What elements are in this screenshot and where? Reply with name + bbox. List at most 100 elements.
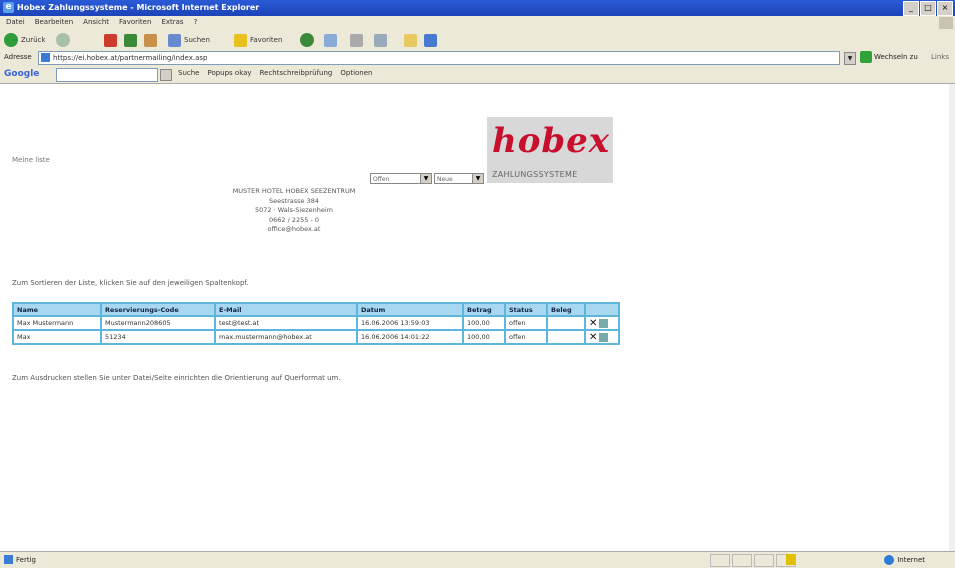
cell-receipt: [546, 315, 586, 331]
hotel-address: MUSTER HOTEL HOBEX SEEZENTRUM Seestrasse…: [220, 187, 368, 235]
mail-icon: [324, 33, 337, 47]
title-bar: e Hobex Zahlungssysteme - Microsoft Inte…: [0, 0, 955, 16]
page-title: Meine liste: [12, 156, 50, 164]
reservations-table: Name Reservierungs-Code E-Mail Datum Bet…: [12, 302, 620, 345]
cell-name: Max Mustermann: [12, 315, 102, 331]
window-title: Hobex Zahlungssysteme - Microsoft Intern…: [17, 3, 260, 12]
refresh-button[interactable]: [124, 32, 137, 48]
status-bar: Fertig Internet: [0, 551, 955, 568]
menu-tools[interactable]: Extras: [161, 18, 183, 26]
go-arrow-icon: [860, 51, 872, 63]
column-header-email[interactable]: E-Mail: [214, 302, 358, 317]
menu-help[interactable]: ?: [194, 18, 198, 26]
google-search-button[interactable]: Suche: [178, 69, 199, 77]
print-hint-text: Zum Ausdrucken stellen Sie unter Datei/S…: [12, 374, 341, 382]
search-icon: [168, 33, 181, 47]
mail-button[interactable]: [324, 32, 337, 48]
cell-code: Mustermann208605: [100, 315, 216, 331]
column-header-code[interactable]: Reservierungs-Code: [100, 302, 216, 317]
cell-actions: ✕: [584, 315, 620, 331]
status-filter-select[interactable]: Offen ▼: [370, 173, 432, 184]
security-zone: Internet: [884, 555, 925, 565]
edit-button[interactable]: [374, 32, 387, 48]
home-icon: [144, 33, 157, 47]
column-header-date[interactable]: Datum: [356, 302, 464, 317]
minimize-button[interactable]: _: [903, 1, 919, 16]
menu-edit[interactable]: Bearbeiten: [35, 18, 73, 26]
cell-amount: 100,00: [462, 329, 506, 345]
hotel-phone: 0662 / 2255 - 0: [268, 215, 320, 224]
vertical-scrollbar[interactable]: [949, 84, 955, 551]
cell-actions: ✕: [584, 329, 620, 345]
forward-arrow-icon: [56, 33, 70, 47]
edit-icon[interactable]: [599, 319, 609, 328]
status-text: Fertig: [4, 555, 36, 564]
address-dropdown-button[interactable]: ▼: [844, 52, 856, 65]
stop-button[interactable]: [104, 32, 117, 48]
maximize-button[interactable]: □: [920, 1, 936, 16]
forward-button[interactable]: [56, 32, 70, 48]
links-button[interactable]: Links: [931, 53, 949, 61]
stop-icon: [104, 33, 117, 47]
cell-status: offen: [504, 315, 548, 331]
hotel-street: Seestrasse 384: [269, 196, 319, 205]
media-icon: [300, 33, 314, 47]
status-cells: [710, 554, 796, 567]
sort-filter-select[interactable]: Neue ▼: [434, 173, 484, 184]
sort-hint-text: Zum Sortieren der Liste, klicken Sie auf…: [12, 279, 249, 287]
cell-email: test@test.at: [214, 315, 358, 331]
home-button[interactable]: [144, 32, 157, 48]
cell-name: Max: [12, 329, 102, 345]
cell-receipt: [546, 329, 586, 345]
google-search-input[interactable]: [56, 68, 158, 82]
page-content: hobex ZAHLUNGSSYSTEME Meine liste Offen …: [0, 84, 949, 551]
menu-favorites[interactable]: Favoriten: [119, 18, 151, 26]
lock-icon: [786, 554, 795, 565]
address-label: Adresse: [4, 53, 32, 61]
cell-date: 16.06.2006 13:59:03: [356, 315, 464, 331]
messenger-button[interactable]: [424, 32, 437, 48]
print-button[interactable]: [350, 32, 363, 48]
delete-icon[interactable]: ✕: [589, 318, 597, 329]
chevron-down-icon: ▼: [472, 174, 483, 183]
go-button[interactable]: Wechseln zu: [860, 51, 918, 63]
address-bar: Adresse https://ei.hobex.at/partnermaili…: [0, 50, 955, 67]
search-button[interactable]: Suchen: [168, 32, 210, 48]
print-icon: [350, 33, 363, 47]
back-button[interactable]: Zurück: [4, 32, 45, 48]
options-button[interactable]: Optionen: [340, 69, 372, 77]
close-button[interactable]: ×: [937, 1, 953, 16]
folder-button[interactable]: [404, 32, 417, 48]
delete-icon[interactable]: ✕: [589, 332, 597, 343]
address-input[interactable]: https://ei.hobex.at/partnermailing/index…: [38, 51, 840, 65]
edit-icon[interactable]: [599, 333, 609, 342]
google-logo[interactable]: Google: [4, 69, 39, 79]
google-dropdown-button[interactable]: [160, 69, 172, 81]
google-toolbar: Google Suche Popups okay Rechtschreibprü…: [0, 66, 955, 84]
page-done-icon: [4, 555, 13, 564]
window-controls: _ □ ×: [903, 1, 953, 16]
menu-view[interactable]: Ansicht: [83, 18, 109, 26]
favorites-button[interactable]: Favoriten: [234, 32, 282, 48]
column-header-receipt[interactable]: Beleg: [546, 302, 586, 317]
spellcheck-button[interactable]: Rechtschreibprüfung: [260, 69, 333, 77]
column-header-actions: [584, 302, 620, 317]
media-button[interactable]: [300, 32, 314, 48]
page-icon: [41, 53, 50, 62]
back-arrow-icon: [4, 33, 18, 47]
column-header-amount[interactable]: Betrag: [462, 302, 506, 317]
hotel-email: office@hobex.at: [267, 225, 321, 233]
cell-code: 51234: [100, 329, 216, 345]
hobex-logo: hobex ZAHLUNGSSYSTEME: [487, 117, 613, 183]
column-header-name[interactable]: Name: [12, 302, 102, 317]
hotel-city: 5072 · Wals-Siezenheim: [255, 206, 333, 214]
standard-toolbar: Zurück Suchen Favoriten: [0, 30, 955, 51]
column-header-status[interactable]: Status: [504, 302, 548, 317]
cell-email: max.mustermann@hobex.at: [214, 329, 358, 345]
messenger-icon: [424, 33, 437, 47]
menu-file[interactable]: Datei: [6, 18, 25, 26]
chevron-down-icon: ▼: [420, 174, 431, 183]
edit-icon: [374, 33, 387, 47]
table-row: Max Mustermann Mustermann208605 test@tes…: [12, 315, 620, 331]
popup-blocker-button[interactable]: Popups okay: [207, 69, 251, 77]
